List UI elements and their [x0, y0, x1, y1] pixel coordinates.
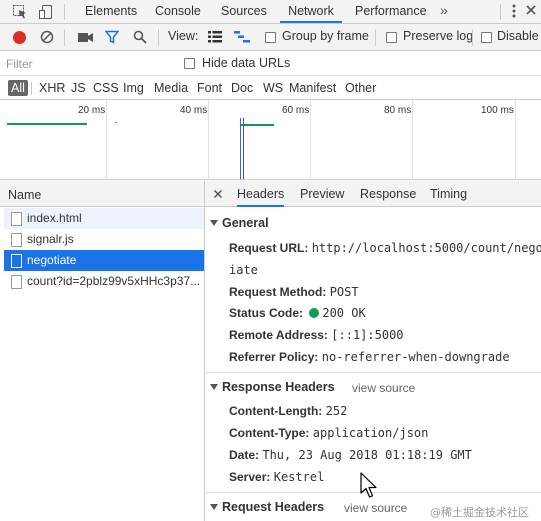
referrer-policy-row: Referrer Policy: no-referrer-when-downgr… [229, 350, 510, 364]
more-options-icon[interactable] [511, 3, 517, 19]
type-filter-font[interactable]: Font [195, 80, 224, 96]
type-filter-all[interactable]: All [8, 80, 28, 96]
tab-elements[interactable]: Elements [85, 0, 137, 23]
disable-cache-checkbox[interactable] [481, 32, 492, 43]
request-headers-section-header[interactable]: Request Headers [210, 500, 324, 514]
server-row: Server: Kestrel [229, 470, 325, 484]
hide-data-urls-label: Hide data URLs [202, 56, 291, 70]
request-name: index.html [27, 211, 82, 225]
search-icon[interactable] [133, 30, 147, 44]
close-devtools-icon[interactable] [525, 4, 537, 16]
overview-bar [7, 123, 87, 125]
response-headers-section-header[interactable]: Response Headers [210, 380, 335, 394]
details-tabbar: Headers Preview Response Timing [205, 181, 541, 207]
status-dot-icon [309, 308, 320, 318]
remote-address-row: Remote Address: [::1]:5000 [229, 328, 404, 342]
more-tabs-icon[interactable]: » [440, 2, 448, 18]
request-view-source-link[interactable]: view source [344, 501, 407, 515]
preserve-log-label: Preserve log [403, 29, 474, 43]
tab-performance[interactable]: Performance [355, 0, 427, 23]
request-row-negotiate[interactable]: negotiate [4, 250, 204, 271]
expand-triangle-icon [210, 384, 218, 390]
request-row-signalr-js[interactable]: signalr.js [4, 229, 204, 250]
filter-input[interactable] [4, 55, 172, 73]
device-toolbar-icon[interactable] [38, 4, 54, 20]
tab-headers[interactable]: Headers [237, 187, 285, 207]
type-filter-ws[interactable]: WS [261, 80, 285, 96]
filter-funnel-icon[interactable] [104, 30, 120, 44]
dom-content-loaded-marker [240, 118, 241, 179]
close-details-icon[interactable] [213, 188, 223, 199]
request-name: negotiate [27, 253, 77, 267]
disable-cache-label: Disable c [497, 29, 541, 43]
type-filter-xhr[interactable]: XHR [37, 80, 67, 96]
overview-bar [240, 124, 274, 126]
tab-response[interactable]: Response [360, 187, 416, 201]
name-column-header: Name [8, 188, 42, 202]
request-list-header[interactable]: Name [0, 181, 204, 207]
type-filter-other[interactable]: Other [343, 80, 378, 96]
request-url-row: Request URL: http://localhost:5000/count… [229, 241, 541, 255]
tab-console[interactable]: Console [155, 0, 201, 23]
overview-tick-label: 20 ms [78, 105, 106, 116]
hide-data-urls-checkbox[interactable] [184, 58, 195, 69]
mouse-cursor-icon [360, 472, 380, 500]
filter-row: Hide data URLs [0, 51, 541, 76]
screenshot-camera-icon[interactable] [78, 31, 94, 43]
preserve-log-checkbox[interactable] [386, 32, 397, 43]
group-by-frame-label: Group by frame [282, 29, 369, 43]
type-filter-css[interactable]: CSS [91, 80, 121, 96]
file-icon [11, 212, 22, 226]
overview-tick-label: 40 ms [180, 105, 208, 116]
panel-splitter[interactable] [204, 181, 205, 521]
devtools-panel-tabbar: Elements Console Sources Network Perform… [0, 0, 541, 24]
watermark: @稀土掘金技术社区 [430, 506, 529, 519]
overview-tick-label: 60 ms [282, 105, 310, 116]
resource-type-filter-row: All XHR JS CSS Img Media Font Doc WS Man… [0, 76, 541, 100]
status-code-row: Status Code: 200 OK [229, 306, 366, 320]
timeline-overview[interactable]: 20 ms 40 ms 60 ms 80 ms 100 ms [0, 100, 541, 180]
inspect-element-icon[interactable] [12, 4, 28, 20]
request-row-count[interactable]: count?id=2pblz99v5xHHc3p37... [4, 271, 204, 292]
overview-tick-label: 80 ms [384, 105, 412, 116]
record-icon[interactable] [13, 31, 26, 44]
expand-triangle-icon [210, 220, 218, 226]
request-method-row: Request Method: POST [229, 285, 359, 299]
content-type-row: Content-Type: application/json [229, 426, 429, 440]
file-icon [11, 254, 22, 268]
request-url-continuation: iate [229, 263, 258, 277]
type-filter-img[interactable]: Img [121, 80, 146, 96]
content-length-row: Content-Length: 252 [229, 404, 348, 418]
date-row: Date: Thu, 23 Aug 2018 01:18:19 GMT [229, 448, 472, 462]
waterfall-view-icon[interactable] [234, 31, 250, 43]
type-filter-doc[interactable]: Doc [229, 80, 255, 96]
request-row-index-html[interactable]: index.html [4, 208, 204, 229]
load-event-marker [243, 118, 244, 179]
request-name: count?id=2pblz99v5xHHc3p37... [27, 274, 201, 288]
view-label: View: [168, 29, 199, 43]
response-view-source-link[interactable]: view source [352, 381, 415, 395]
network-toolbar: View: Group by frame Preserve log Disabl… [0, 24, 541, 51]
large-rows-icon[interactable] [208, 31, 222, 43]
file-icon [11, 233, 22, 247]
tab-preview[interactable]: Preview [300, 187, 344, 201]
tab-sources[interactable]: Sources [221, 0, 267, 23]
overview-bar [115, 122, 117, 123]
overview-tick-label: 100 ms [481, 105, 514, 116]
type-filter-manifest[interactable]: Manifest [287, 80, 338, 96]
file-icon [11, 275, 22, 289]
tab-network[interactable]: Network [280, 0, 342, 23]
general-section-header[interactable]: General [210, 216, 269, 230]
type-filter-js[interactable]: JS [69, 80, 88, 96]
clear-icon[interactable] [40, 30, 54, 44]
request-name: signalr.js [27, 232, 74, 246]
group-by-frame-checkbox[interactable] [265, 32, 276, 43]
type-filter-media[interactable]: Media [152, 80, 190, 96]
expand-triangle-icon [210, 504, 218, 510]
tab-timing[interactable]: Timing [430, 187, 467, 201]
